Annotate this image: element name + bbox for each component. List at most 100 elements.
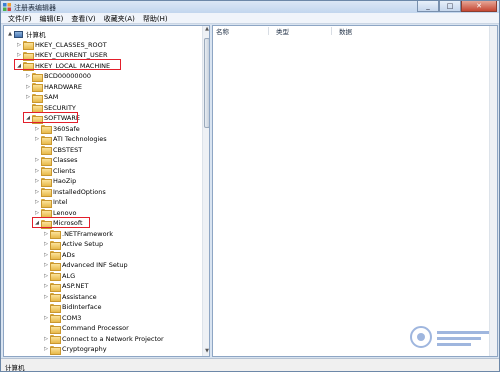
column-divider[interactable] [268, 27, 269, 35]
expand-toggle-icon[interactable]: ▷ [25, 82, 31, 92]
tree-node[interactable]: ▷ HKEY_CLASSES_ROOT [16, 40, 107, 50]
expand-toggle-icon[interactable]: ▲ [7, 29, 13, 39]
expand-toggle-icon[interactable]: ▷ [43, 355, 49, 357]
folder-icon [50, 324, 61, 334]
tree-node[interactable]: ▷ Advanced INF Setup [43, 260, 128, 271]
tree-node-label: SECURITY [44, 103, 76, 112]
tree-node[interactable]: ▷ HaoZip [34, 176, 76, 187]
folder-icon [50, 272, 61, 281]
expand-toggle-icon[interactable]: ▷ [34, 187, 40, 197]
tree-node[interactable]: ▷ SAM [25, 92, 58, 103]
expand-toggle-icon[interactable]: ▷ [43, 344, 49, 354]
registry-tree[interactable]: ▲ 计算机 ▷ HKEY_CLASSES_ROOT ▷ HKEY_CURRENT_USER… [3, 25, 210, 357]
expand-toggle-icon[interactable]: ▷ [34, 124, 40, 134]
expand-toggle-icon[interactable]: ▷ [43, 260, 49, 270]
tree-node-label: Active Setup [62, 240, 104, 248]
close-icon: ✕ [476, 2, 482, 10]
tree-node[interactable]: CBSTEST [34, 145, 82, 155]
tree-node[interactable]: ▷ Active Setup [43, 239, 104, 250]
expand-toggle-icon[interactable]: ▷ [43, 229, 49, 239]
tree-node[interactable]: ▷ .NETFramework [43, 229, 113, 239]
expand-toggle-icon[interactable]: ▷ [16, 40, 22, 50]
tree-node[interactable]: ▷ Intel [34, 197, 67, 208]
list-scrollbar[interactable] [489, 26, 497, 356]
folder-icon [50, 261, 61, 271]
expand-toggle-icon[interactable]: ▷ [43, 250, 49, 260]
tree-node-label: Lenovo [53, 208, 77, 217]
expand-toggle-icon[interactable]: ▷ [43, 239, 49, 249]
expand-toggle-icon[interactable]: ▷ [34, 176, 40, 186]
tree-node-label: Classes [53, 156, 78, 164]
values-list[interactable]: 名称 类型 数据 [212, 25, 498, 357]
tree-node[interactable]: ▷ Clients [34, 166, 75, 176]
menu-file[interactable]: 文件(F) [4, 13, 36, 23]
tree-node[interactable]: ▷ Cryptography [43, 344, 107, 355]
folder-icon [50, 282, 61, 292]
tree-node[interactable]: ▷ ALG [43, 271, 75, 281]
tree-node-label: 360Safe [53, 124, 80, 133]
folder-icon [32, 83, 43, 92]
tree-node[interactable]: ▷ COM3 [43, 313, 81, 323]
tree-node-label: InstalledOptions [53, 187, 106, 196]
folder-icon [41, 188, 52, 197]
status-bar: 计算机 [1, 358, 499, 372]
expand-toggle-icon[interactable]: ▷ [43, 334, 49, 344]
tree-node[interactable]: ▷ Classes [34, 155, 78, 166]
tree-node[interactable]: ▲ 计算机 [7, 29, 46, 39]
tree-node[interactable]: Command Processor [43, 323, 129, 334]
folder-icon [50, 303, 61, 313]
expand-toggle-icon[interactable]: ▷ [43, 313, 49, 323]
minimize-icon: _ [426, 2, 430, 10]
menu-view[interactable]: 查看(V) [67, 13, 99, 23]
scroll-down-icon[interactable]: ▼ [203, 348, 209, 356]
minimize-button[interactable]: _ [417, 1, 439, 12]
folder-icon [50, 293, 61, 302]
tree-node[interactable]: ▷ ATI Technologies [34, 134, 107, 145]
tree-node[interactable]: BidInterface [43, 302, 102, 313]
folder-icon [41, 125, 52, 134]
expand-toggle-icon[interactable]: ▷ [43, 271, 49, 281]
tree-node-label: CTF [62, 356, 74, 357]
expand-toggle-icon[interactable]: ▷ [34, 166, 40, 176]
column-data[interactable]: 数据 [339, 26, 352, 36]
column-name[interactable]: 名称 [216, 26, 229, 36]
tree-node-label: CBSTEST [53, 145, 83, 154]
scroll-up-icon[interactable]: ▲ [203, 26, 209, 34]
column-type[interactable]: 类型 [276, 26, 289, 36]
tree-node[interactable]: ▷ InstalledOptions [34, 187, 106, 197]
expand-toggle-icon[interactable]: ▷ [25, 71, 31, 81]
maximize-button[interactable]: □ [439, 1, 461, 12]
expand-toggle-icon[interactable]: ▷ [43, 281, 49, 291]
folder-icon [41, 146, 52, 155]
menu-help[interactable]: 帮助(H) [139, 13, 172, 23]
tree-scrollbar[interactable]: ▲ ▼ [202, 26, 209, 356]
tree-node[interactable]: ▷ 360Safe [34, 124, 80, 134]
tree-node[interactable]: ▷ ADs [43, 250, 75, 260]
tree-node[interactable]: ▷ BCD00000000 [25, 71, 91, 82]
tree-node-label: ALG [62, 271, 76, 280]
tree-node[interactable]: ▷ Assistance [43, 292, 97, 302]
tree-node-label: HARDWARE [44, 82, 82, 91]
menu-edit[interactable]: 编辑(E) [36, 13, 68, 23]
title-bar[interactable]: 注册表编辑器 _ □ ✕ [1, 1, 499, 13]
scrollbar-thumb[interactable] [204, 38, 209, 128]
expand-toggle-icon[interactable]: ▷ [25, 92, 31, 102]
column-divider[interactable] [331, 27, 332, 35]
tree-node[interactable]: ▷ ASP.NET [43, 281, 89, 292]
expand-toggle-icon[interactable]: ▷ [43, 292, 49, 302]
expand-toggle-icon[interactable]: ▷ [34, 197, 40, 207]
tree-node-label: .NETFramework [62, 229, 113, 238]
tree-node[interactable]: ▷ CTF [43, 355, 74, 357]
folder-icon [50, 230, 61, 239]
tree-node-label: ADs [62, 250, 75, 259]
tree-node[interactable]: ▷ Connect to a Network Projector [43, 334, 164, 344]
close-button[interactable]: ✕ [461, 1, 497, 12]
tree-node-label: BidInterface [62, 303, 102, 311]
folder-icon [32, 104, 43, 113]
menu-favorites[interactable]: 收藏夹(A) [100, 13, 139, 23]
expand-toggle-icon[interactable]: ▷ [34, 155, 40, 165]
tree-node[interactable]: ▷ HARDWARE [25, 82, 82, 92]
expand-toggle-icon[interactable]: ▷ [34, 134, 40, 144]
